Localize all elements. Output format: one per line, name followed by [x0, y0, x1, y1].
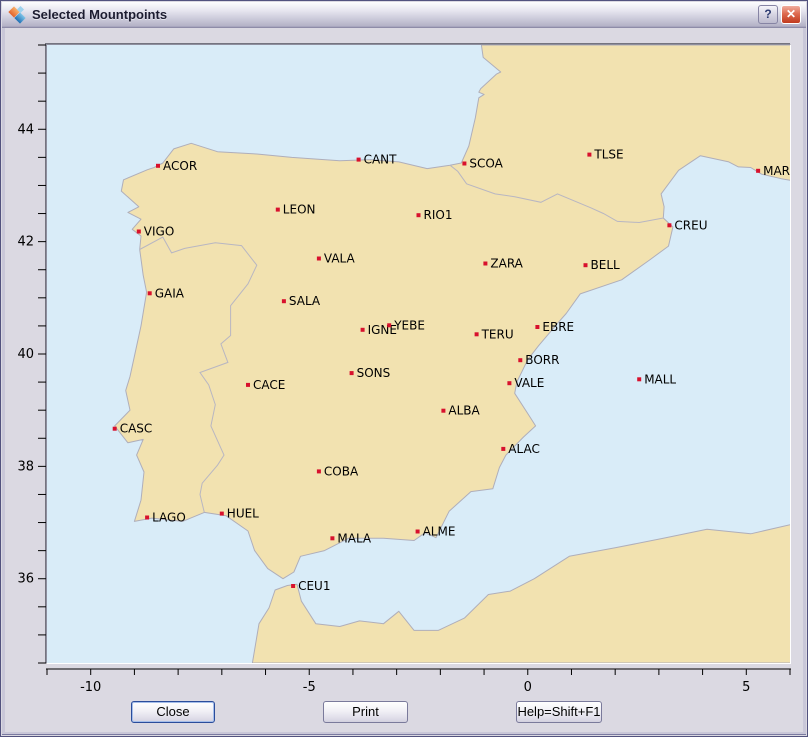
station-label-LEON: LEON — [283, 203, 316, 217]
station-marker-ALBA — [441, 409, 445, 413]
station-marker-HUEL — [220, 512, 224, 516]
station-label-CEU1: CEU1 — [298, 579, 330, 593]
station-marker-BELL — [584, 263, 588, 267]
selected-mountpoints-window: Selected Mountpoints ? ✕ ACOR CANT SCOA TLS… — [0, 0, 808, 737]
station-label-ZARA: ZARA — [490, 257, 523, 271]
station-marker-COBA — [317, 469, 321, 473]
station-label-MALL: MALL — [644, 372, 676, 386]
station-label-SCOA: SCOA — [469, 157, 503, 171]
station-label-VALA: VALA — [324, 252, 356, 266]
station-marker-ZARA — [483, 262, 487, 266]
station-marker-VALA — [317, 257, 321, 261]
station-marker-ALME — [416, 530, 420, 534]
station-marker-MARS — [756, 169, 760, 173]
station-label-MALA: MALA — [337, 531, 372, 545]
station-label-ALME: ALME — [423, 525, 456, 539]
window-title: Selected Mountpoints — [32, 7, 755, 22]
station-label-VIGO: VIGO — [144, 225, 175, 239]
close-icon[interactable]: ✕ — [781, 5, 801, 24]
window-frame-right — [803, 28, 806, 735]
station-marker-YEBE — [387, 323, 391, 327]
station-marker-TLSE — [587, 153, 591, 157]
station-marker-CANT — [357, 158, 361, 162]
station-marker-MALA — [330, 536, 334, 540]
station-label-CACE: CACE — [253, 378, 285, 392]
station-label-LAGO: LAGO — [152, 511, 186, 525]
station-marker-SONS — [350, 371, 354, 375]
station-label-GAIA: GAIA — [155, 286, 185, 300]
station-marker-MALL — [637, 377, 641, 381]
mountpoint-map: ACOR CANT SCOA TLSE MARS CREU LEON RIO1 VIGO VALA… — [47, 45, 790, 663]
station-label-SONS: SONS — [357, 366, 391, 380]
station-marker-GAIA — [148, 291, 152, 295]
title-bar[interactable]: Selected Mountpoints ? ✕ — [2, 2, 806, 28]
map-canvas: ACOR CANT SCOA TLSE MARS CREU LEON RIO1 VIGO VALA… — [46, 44, 791, 664]
station-marker-LAGO — [145, 516, 149, 520]
station-marker-ACOR — [156, 164, 160, 168]
station-marker-CACE — [246, 383, 250, 387]
station-label-CREU: CREU — [674, 218, 707, 232]
station-label-ALAC: ALAC — [508, 442, 540, 456]
help-icon[interactable]: ? — [758, 5, 778, 24]
station-marker-VALE — [507, 381, 511, 385]
station-marker-TERU — [475, 332, 479, 336]
station-label-BELL: BELL — [591, 258, 621, 272]
station-label-VALE: VALE — [514, 376, 544, 390]
station-marker-ALAC — [501, 447, 505, 451]
station-label-SALA: SALA — [289, 294, 321, 308]
station-marker-CASC — [113, 427, 117, 431]
station-label-MARS: MARS — [763, 164, 790, 178]
station-label-TERU: TERU — [481, 327, 514, 341]
station-marker-RIO1 — [417, 213, 421, 217]
station-marker-SCOA — [462, 162, 466, 166]
window-frame-bottom — [2, 732, 806, 735]
station-label-ACOR: ACOR — [163, 159, 197, 173]
station-marker-CEU1 — [291, 584, 295, 588]
station-label-CASC: CASC — [120, 422, 153, 436]
station-label-COBA: COBA — [324, 464, 359, 478]
station-label-IGNE: IGNE — [368, 323, 397, 337]
station-label-BORR: BORR — [525, 353, 559, 367]
station-label-ALBA: ALBA — [448, 404, 480, 418]
station-label-RIO1: RIO1 — [424, 208, 453, 222]
help-button[interactable]: Help=Shift+F1 — [516, 701, 602, 723]
station-label-HUEL: HUEL — [227, 507, 259, 521]
station-marker-SALA — [282, 299, 286, 303]
app-icon — [9, 7, 26, 23]
station-label-CANT: CANT — [364, 153, 398, 167]
station-label-YEBE: YEBE — [393, 318, 425, 332]
station-marker-CREU — [667, 223, 671, 227]
station-marker-VIGO — [137, 230, 141, 234]
close-button[interactable]: Close — [131, 701, 215, 723]
station-label-EBRE: EBRE — [542, 320, 574, 334]
station-marker-EBRE — [535, 325, 539, 329]
station-marker-IGNE — [361, 328, 365, 332]
station-label-TLSE: TLSE — [593, 148, 623, 162]
station-marker-BORR — [518, 358, 522, 362]
print-button[interactable]: Print — [323, 701, 408, 723]
station-marker-LEON — [276, 208, 280, 212]
